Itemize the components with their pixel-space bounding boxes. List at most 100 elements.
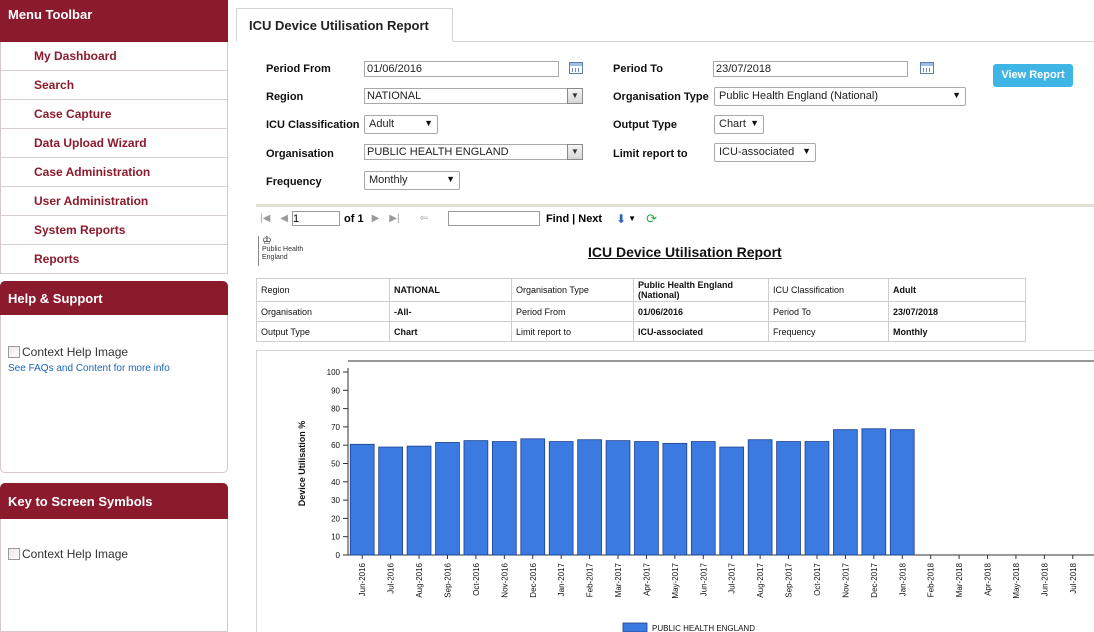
organisation-combobox[interactable]: PUBLIC HEALTH ENGLAND ▼ xyxy=(364,144,583,160)
y-tick-label: 80 xyxy=(331,405,340,414)
bar xyxy=(833,429,858,556)
frequency-label: Frequency xyxy=(266,176,322,188)
logo-line-2: England xyxy=(262,254,288,261)
legend-swatch xyxy=(622,622,648,632)
x-tick-label: Jan-2018 xyxy=(898,562,907,596)
param-label: Frequency xyxy=(768,321,889,342)
broken-image-icon xyxy=(8,548,20,560)
chevron-down-icon: ▼ xyxy=(750,118,759,128)
output-type-select[interactable]: Chart ▼ xyxy=(714,115,764,134)
bar xyxy=(690,441,716,556)
bar xyxy=(719,446,745,556)
view-report-button[interactable]: View Report xyxy=(993,64,1073,87)
x-tick-label: Aug-2016 xyxy=(415,562,424,597)
icu-classification-select[interactable]: Adult ▼ xyxy=(364,115,438,134)
x-tick-label: Feb-2018 xyxy=(927,562,936,597)
back-icon[interactable]: ⇦ xyxy=(420,213,428,224)
key-symbols-header: Key to Screen Symbols xyxy=(0,483,228,519)
region-label: Region xyxy=(266,91,304,103)
find-next-separator: | xyxy=(572,212,576,225)
faq-link[interactable]: See FAQs and Content for more info xyxy=(1,363,227,374)
y-tick-label: 10 xyxy=(331,533,340,542)
bar xyxy=(747,439,773,556)
menu-item-reports[interactable]: Reports xyxy=(1,245,227,274)
param-value: Chart xyxy=(389,321,512,342)
period-from-calendar-icon[interactable] xyxy=(569,62,583,74)
previous-page-icon[interactable]: ◀ xyxy=(280,213,288,224)
limit-report-to-select[interactable]: ICU-associated ▼ xyxy=(714,143,816,162)
x-tick-label: Jan-2017 xyxy=(557,562,566,596)
frequency-value: Monthly xyxy=(369,174,408,186)
bar xyxy=(861,428,887,556)
x-tick-label: Jun-2016 xyxy=(358,562,367,596)
menu-list: My Dashboard Search Case Capture Data Up… xyxy=(0,42,228,274)
page-number-input[interactable] xyxy=(292,211,340,226)
chevron-down-icon[interactable]: ▼ xyxy=(628,214,636,223)
chevron-down-icon[interactable]: ▼ xyxy=(567,88,583,104)
period-to-input[interactable]: 23/07/2018 xyxy=(713,61,908,77)
x-tick-label: Dec-2016 xyxy=(529,562,538,597)
param-label: Output Type xyxy=(256,321,390,342)
menu-item-system-reports[interactable]: System Reports xyxy=(1,216,227,245)
x-tick-label: Feb-2017 xyxy=(586,562,595,597)
organisation-value: PUBLIC HEALTH ENGLAND xyxy=(367,146,509,158)
bar xyxy=(378,446,403,556)
next-page-icon[interactable]: ▶ xyxy=(372,213,380,224)
context-help-image-alt: Context Help Image xyxy=(22,345,129,359)
chevron-down-icon[interactable]: ▼ xyxy=(567,144,583,160)
help-support-panel: Help & Support Context Help Image See FA… xyxy=(0,281,228,473)
menu-item-case-capture[interactable]: Case Capture xyxy=(1,100,227,129)
organisation-type-value: Public Health England (National) xyxy=(719,90,878,102)
x-tick-label: Apr-2017 xyxy=(642,562,651,595)
chevron-down-icon: ▼ xyxy=(446,174,455,184)
x-tick-label: Mar-2018 xyxy=(955,562,964,597)
next-link[interactable]: Next xyxy=(578,213,602,225)
menu-toolbar-title: Menu Toolbar xyxy=(8,7,93,22)
bar xyxy=(634,441,659,556)
tab-icu-device-utilisation-report[interactable]: ICU Device Utilisation Report xyxy=(236,8,453,42)
last-page-icon[interactable]: ▶| xyxy=(389,213,399,224)
x-tick-label: Nov-2016 xyxy=(500,562,509,597)
period-from-input[interactable]: 01/06/2016 xyxy=(364,61,559,77)
param-label: Period To xyxy=(768,301,889,322)
menu-item-case-administration[interactable]: Case Administration xyxy=(1,158,227,187)
menu-item-user-administration[interactable]: User Administration xyxy=(1,187,227,216)
param-value: ICU-associated xyxy=(633,321,769,342)
limit-report-to-value: ICU-associated xyxy=(719,146,795,158)
organisation-type-select[interactable]: Public Health England (National) ▼ xyxy=(714,87,966,106)
device-utilisation-chart: 0 10 20 30 40 50 60 70 80 90 100 Device Utilisation… xyxy=(297,360,1094,632)
first-page-icon[interactable]: |◀ xyxy=(260,213,270,224)
legend-label: PUBLIC HEALTH ENGLAND xyxy=(652,624,755,632)
x-tick-label: Sep-2017 xyxy=(785,562,794,597)
param-label: ICU Classification xyxy=(768,278,889,302)
organisation-type-label: Organisation Type xyxy=(613,91,709,103)
refresh-icon[interactable]: ⟳ xyxy=(646,211,657,227)
period-to-calendar-icon[interactable] xyxy=(920,62,934,74)
context-help-image-alt: Context Help Image xyxy=(22,547,129,561)
menu-toolbar-header: Menu Toolbar xyxy=(0,0,228,42)
find-link[interactable]: Find xyxy=(546,213,569,225)
param-value: NATIONAL xyxy=(389,278,512,302)
menu-item-search[interactable]: Search xyxy=(1,71,227,100)
frequency-select[interactable]: Monthly ▼ xyxy=(364,171,460,190)
export-icon[interactable]: ⬇ xyxy=(616,212,626,226)
param-label: Organisation xyxy=(256,301,390,322)
menu-item-data-upload-wizard[interactable]: Data Upload Wizard xyxy=(1,129,227,158)
param-label: Period From xyxy=(511,301,634,322)
param-value: Adult xyxy=(888,278,1026,302)
help-support-title: Help & Support xyxy=(8,290,103,306)
x-tick-label: Oct-2017 xyxy=(813,562,822,595)
bar xyxy=(605,440,631,556)
limit-report-to-label: Limit report to xyxy=(613,148,688,160)
find-input[interactable] xyxy=(447,211,540,226)
region-combobox[interactable]: NATIONAL ▼ xyxy=(364,88,583,104)
param-value: Monthly xyxy=(888,321,1026,342)
output-type-value: Chart xyxy=(719,118,746,130)
y-tick-label: 40 xyxy=(331,478,340,487)
bar xyxy=(577,439,602,556)
bar xyxy=(435,442,460,556)
help-support-body: Context Help Image See FAQs and Content … xyxy=(0,315,228,473)
y-tick-label: 90 xyxy=(331,386,340,395)
menu-item-my-dashboard[interactable]: My Dashboard xyxy=(1,42,227,71)
x-tick-label: Dec-2017 xyxy=(870,562,879,597)
